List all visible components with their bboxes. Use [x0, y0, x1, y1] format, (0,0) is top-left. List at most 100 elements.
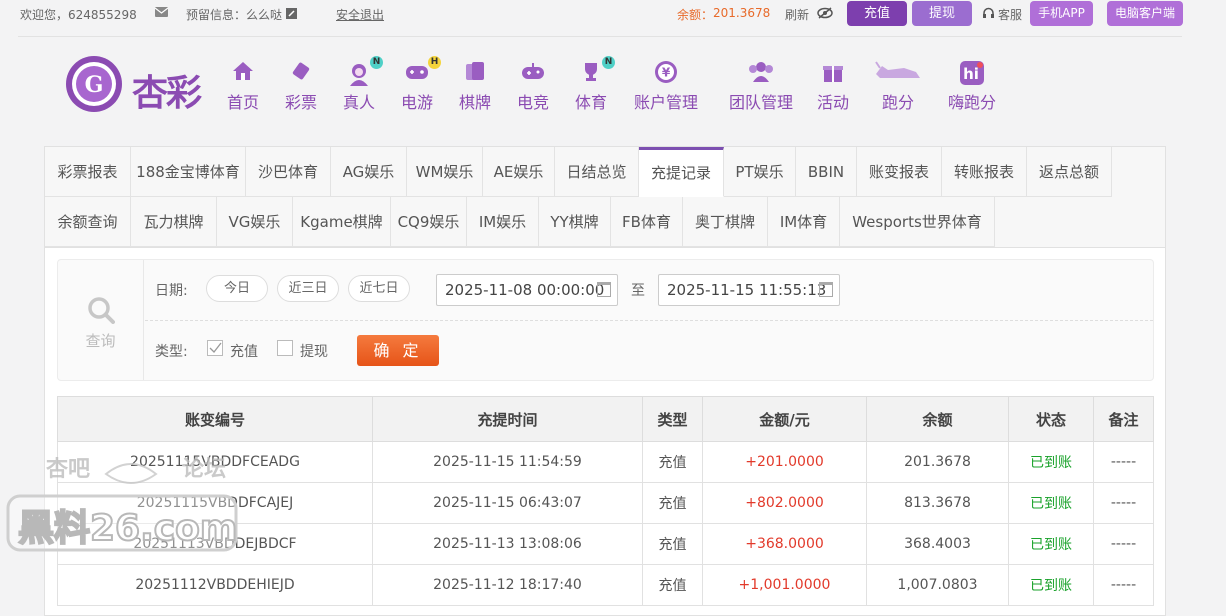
- tab-r1-8[interactable]: PT娱乐: [724, 147, 796, 197]
- deposit-button[interactable]: 充值: [847, 1, 907, 26]
- last7-button[interactable]: 近七日: [348, 275, 410, 302]
- tab-r2-9[interactable]: IM体育: [768, 197, 840, 247]
- remark-cell: -----: [1093, 441, 1154, 483]
- logout-link[interactable]: 安全退出: [336, 6, 384, 23]
- tab-r2-1[interactable]: 瓦力棋牌: [131, 197, 217, 247]
- calendar-icon[interactable]: [597, 282, 611, 297]
- tab-r2-7[interactable]: FB体育: [611, 197, 683, 247]
- balance-cell: 201.3678: [866, 441, 1009, 483]
- tab-r1-5[interactable]: AE娱乐: [483, 147, 555, 197]
- table-row[interactable]: 20251115VBDDFCAJEJ 2025-11-15 06:43:07 充值 +…: [57, 482, 1154, 524]
- type-cell: 充值: [642, 482, 703, 524]
- column-header: 充提时间: [372, 396, 643, 442]
- nav-item-7[interactable]: ¥ 账户管理: [620, 60, 712, 113]
- last3-button[interactable]: 近三日: [277, 275, 339, 302]
- nav-item-11[interactable]: hi 嗨跑分: [936, 60, 1008, 113]
- mobile-app-button[interactable]: 手机APP: [1030, 1, 1093, 26]
- tab-r2-3[interactable]: Kgame棋牌: [293, 197, 391, 247]
- today-button[interactable]: 今日: [206, 275, 268, 302]
- balance-cell: 368.4003: [866, 523, 1009, 565]
- time-cell: 2025-11-13 13:08:06: [372, 523, 643, 565]
- balance-cell: 1,007.0803: [866, 564, 1009, 606]
- rhino-icon: [862, 60, 934, 86]
- site-logo[interactable]: G 杏彩: [64, 54, 224, 116]
- welcome-text: 欢迎您，624855298: [20, 8, 137, 22]
- nav-label: 团队管理: [728, 93, 793, 112]
- query-box: 查询 日期: 今日 近三日 近七日 2025-11-08 00:00:00 至 …: [57, 259, 1154, 381]
- nav-item-9[interactable]: 活动: [797, 60, 869, 113]
- tab-r2-6[interactable]: YY棋牌: [539, 197, 611, 247]
- status-cell: 已到账: [1008, 523, 1094, 565]
- tab-r1-7[interactable]: 充提记录: [639, 147, 724, 197]
- nav-item-8[interactable]: 团队管理: [715, 60, 807, 113]
- nav-label: 账户管理: [633, 93, 698, 112]
- table-row[interactable]: 20251112VBDDEHIEJD 2025-11-12 18:17:40 充值 +…: [57, 564, 1154, 606]
- nav-label: 跑分: [881, 93, 914, 112]
- yen-icon: ¥: [620, 60, 712, 86]
- table-header: 账变编号 充提时间 类型 金额/元 余额 状态 备注: [57, 396, 1154, 442]
- time-cell: 2025-11-15 06:43:07: [372, 482, 643, 524]
- trophy-icon: N: [555, 56, 627, 86]
- dashed-divider: [145, 320, 1153, 321]
- withdraw-checkbox-label: 提现: [300, 344, 328, 360]
- table-body: 20251115VBDDFCEADG 2025-11-15 11:54:59 充值 +…: [57, 441, 1154, 606]
- confirm-button[interactable]: 确 定: [357, 335, 439, 366]
- pc-client-button[interactable]: 电脑客户端: [1107, 1, 1183, 26]
- date-from-input[interactable]: 2025-11-08 00:00:00: [436, 274, 618, 306]
- balance-value: 201.3678: [713, 6, 771, 20]
- balance-cell: 813.3678: [866, 482, 1009, 524]
- status-cell: 已到账: [1008, 564, 1094, 606]
- deposit-checkbox[interactable]: [207, 340, 223, 356]
- table-row[interactable]: 20251113VBDDEJBDCF 2025-11-13 13:08:06 充值 +…: [57, 523, 1154, 565]
- column-header: 余额: [866, 396, 1009, 442]
- tab-r2-8[interactable]: 奥丁棋牌: [683, 197, 768, 247]
- tab-r2-0[interactable]: 余额查询: [45, 197, 131, 247]
- date-to-input[interactable]: 2025-11-15 11:55:13: [658, 274, 840, 306]
- tab-r2-10[interactable]: Wesports世界体育: [840, 197, 995, 247]
- amount-cell: +802.0000: [702, 482, 867, 524]
- tab-r2-4[interactable]: CQ9娱乐: [391, 197, 467, 247]
- remark-cell: -----: [1093, 564, 1154, 606]
- tab-r1-1[interactable]: 188金宝博体育: [131, 147, 246, 197]
- reserved-info: 预留信息：么么哒: [186, 8, 283, 22]
- tab-r2-2[interactable]: VG娱乐: [217, 197, 293, 247]
- calendar-icon[interactable]: [819, 282, 833, 297]
- svg-text:¥: ¥: [662, 66, 671, 80]
- type-cell: 充值: [642, 564, 703, 606]
- tab-r1-3[interactable]: AG娱乐: [331, 147, 407, 197]
- time-cell: 2025-11-15 11:54:59: [372, 441, 643, 483]
- to-label: 至: [631, 283, 645, 299]
- nav-item-6[interactable]: N 体育: [555, 56, 627, 113]
- nav-label: 嗨跑分: [947, 93, 996, 112]
- tab-r1-2[interactable]: 沙巴体育: [246, 147, 331, 197]
- tab-r1-10[interactable]: 账变报表: [857, 147, 942, 197]
- tab-r1-6[interactable]: 日结总览: [555, 147, 639, 197]
- refresh-link[interactable]: 刷新: [785, 6, 809, 23]
- record-id-cell: 20251113VBDDEJBDCF: [57, 523, 373, 565]
- logo-text: 杏彩: [132, 72, 202, 114]
- divider: [18, 36, 1182, 37]
- eye-hidden-icon[interactable]: [817, 7, 833, 22]
- tab-r1-12[interactable]: 返点总额: [1027, 147, 1112, 197]
- withdraw-button[interactable]: 提现: [912, 1, 972, 26]
- mail-icon[interactable]: [154, 6, 169, 20]
- time-cell: 2025-11-12 18:17:40: [372, 564, 643, 606]
- table-row[interactable]: 20251115VBDDFCEADG 2025-11-15 11:54:59 充值 +…: [57, 441, 1154, 483]
- record-id-cell: 20251115VBDDFCAJEJ: [57, 482, 373, 524]
- tab-r1-11[interactable]: 转账报表: [942, 147, 1027, 197]
- date-from-value: 2025-11-08 00:00:00: [445, 281, 605, 299]
- type-label: 类型:: [155, 344, 188, 360]
- report-tabs: 彩票报表 188金宝博体育 沙巴体育 AG娱乐 WM娱乐 AE娱乐 日结总览 充提记录 PT娱乐…: [45, 147, 1165, 248]
- withdraw-checkbox[interactable]: [277, 340, 293, 356]
- tab-r2-5[interactable]: IM娱乐: [467, 197, 539, 247]
- service-link[interactable]: 客服: [998, 6, 1022, 23]
- nav-item-10[interactable]: 跑分: [862, 60, 934, 113]
- tab-r1-0[interactable]: 彩票报表: [45, 147, 131, 197]
- edit-icon[interactable]: [286, 8, 297, 22]
- magnifier-icon: [58, 296, 143, 328]
- deposit-checkbox-label: 充值: [230, 344, 258, 360]
- remark-cell: -----: [1093, 523, 1154, 565]
- headset-icon[interactable]: [982, 7, 995, 22]
- tab-r1-4[interactable]: WM娱乐: [407, 147, 483, 197]
- tab-r1-9[interactable]: BBIN: [796, 147, 857, 197]
